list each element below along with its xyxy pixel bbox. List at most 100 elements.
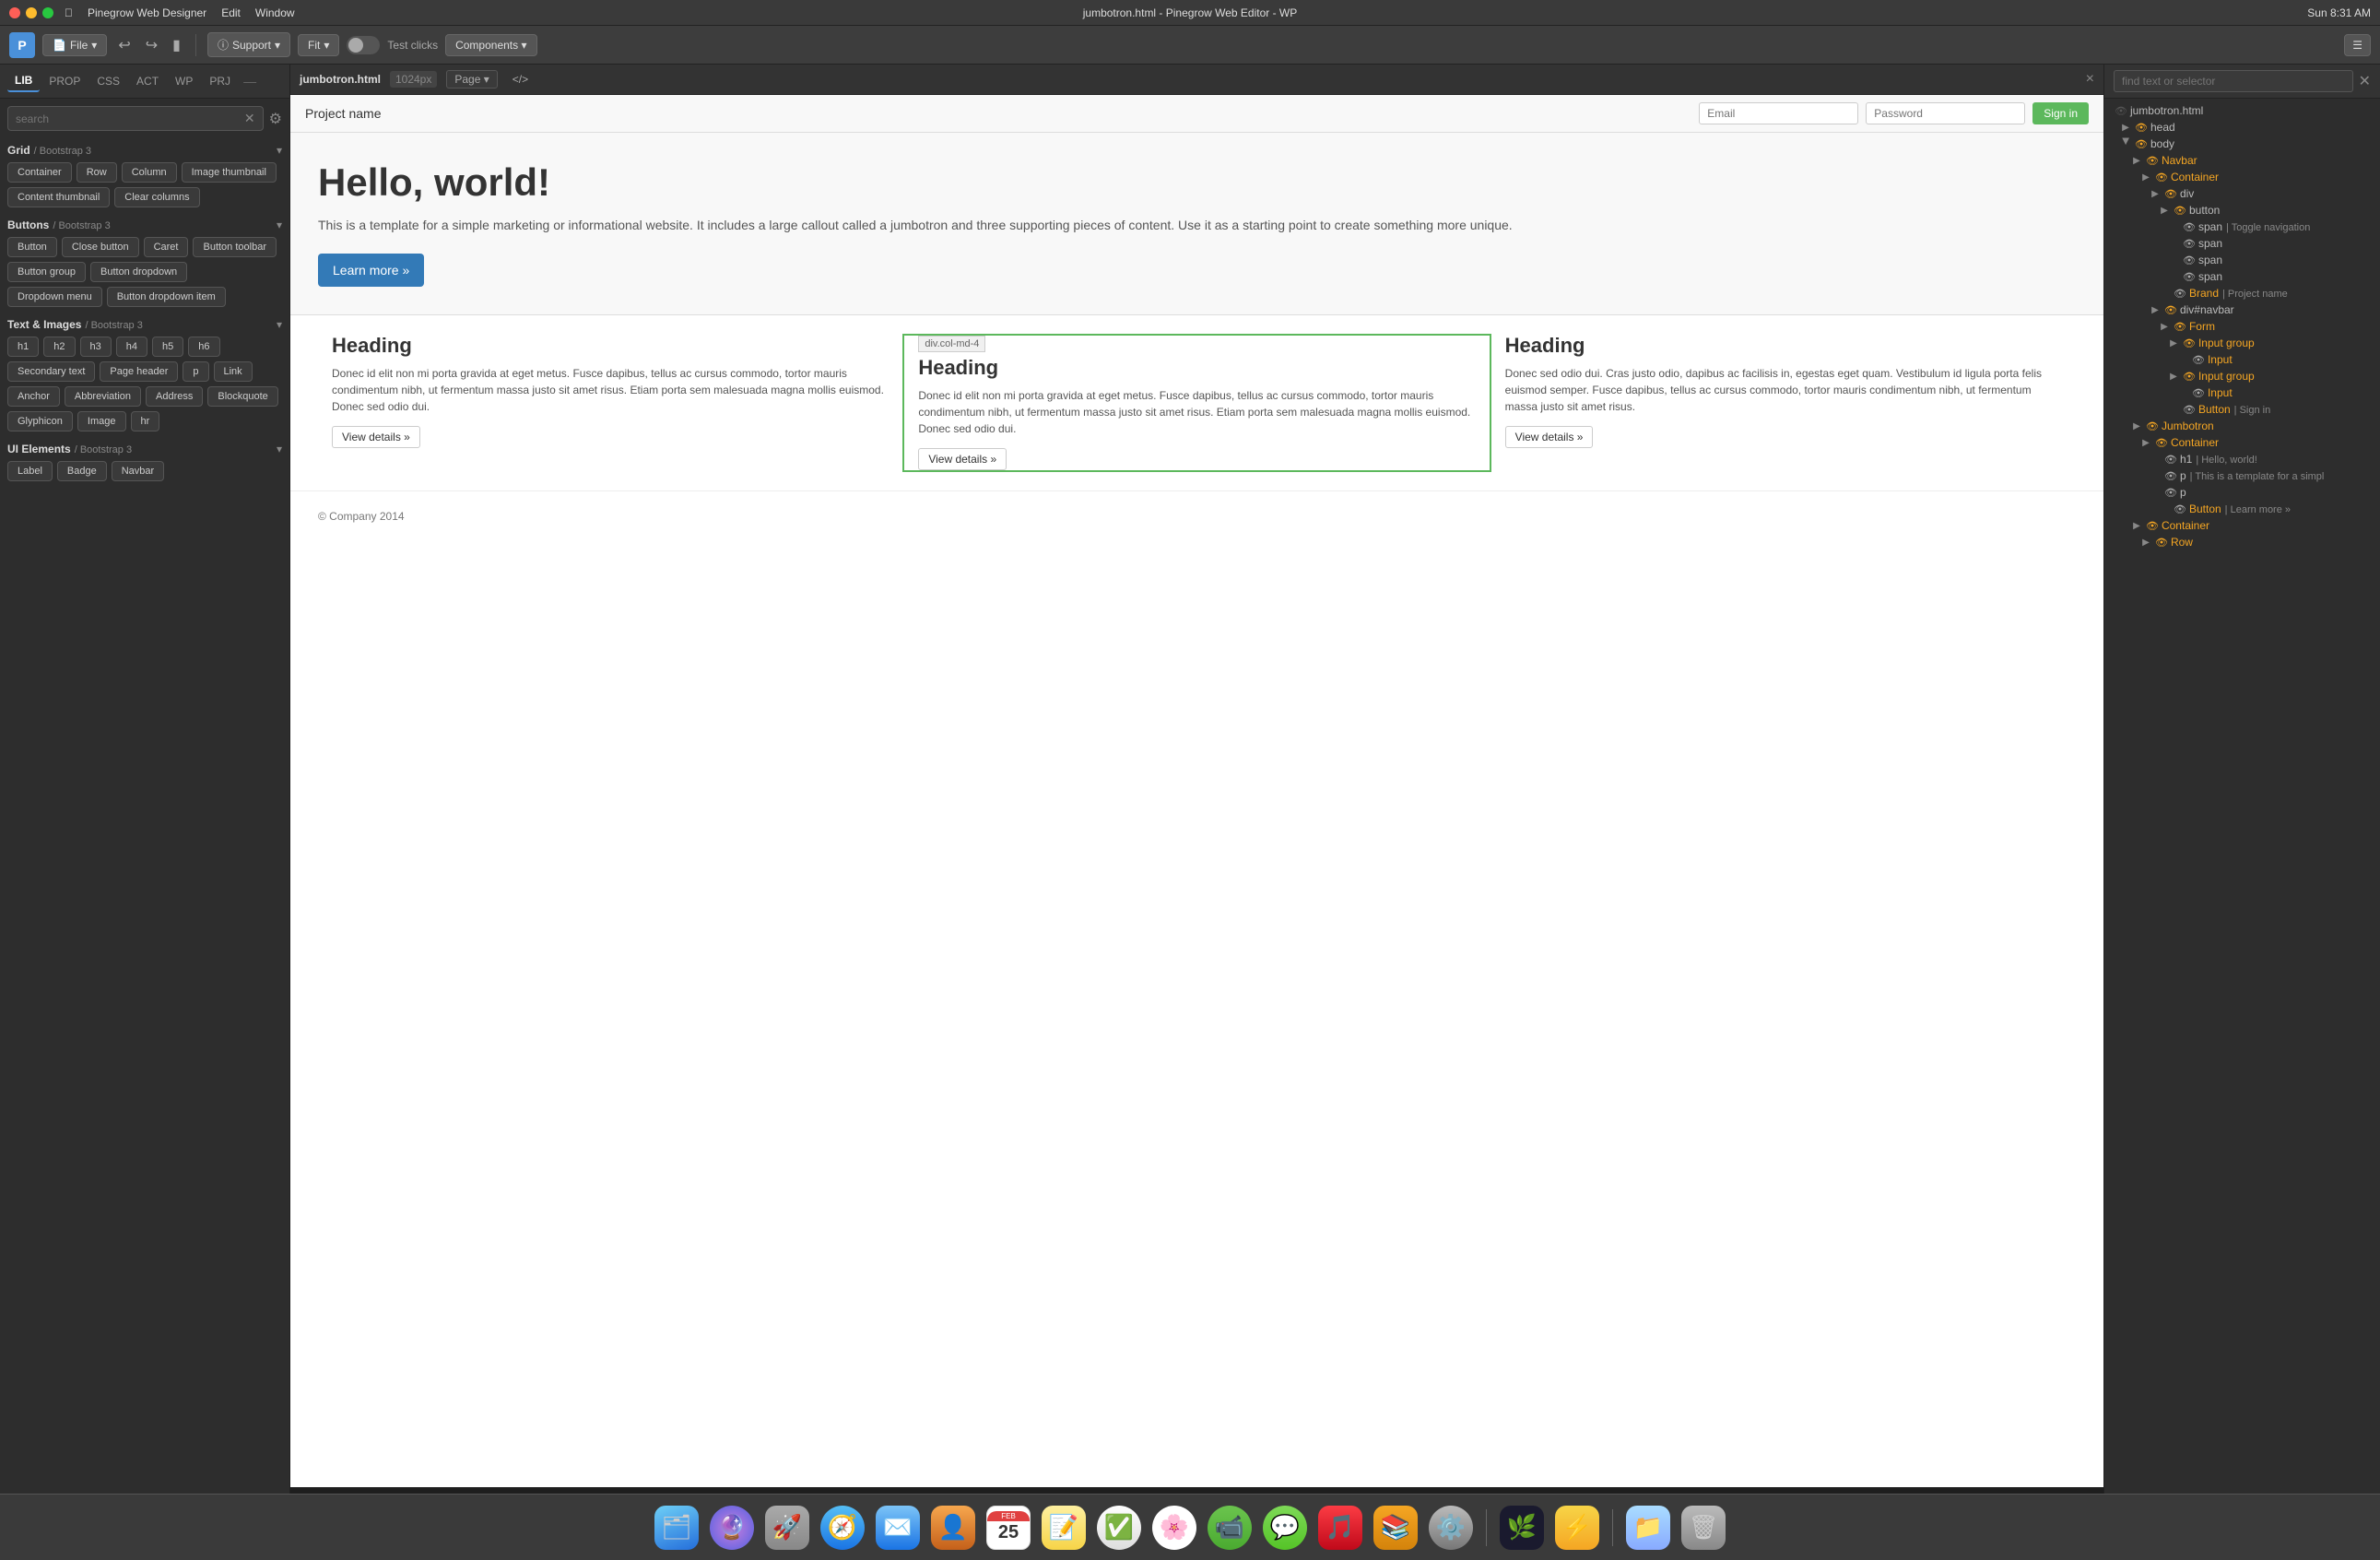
component-content-thumbnail[interactable]: Content thumbnail: [7, 187, 110, 207]
minimize-button[interactable]: [26, 7, 37, 18]
search-settings-icon[interactable]: ⚙: [269, 110, 282, 128]
password-input[interactable]: [1866, 102, 2025, 124]
ui-elements-section-toggle[interactable]: ▾: [277, 443, 282, 455]
component-image-thumbnail[interactable]: Image thumbnail: [182, 162, 277, 183]
tree-item-head[interactable]: ▶ 👁 head: [2104, 119, 2380, 136]
component-column[interactable]: Column: [122, 162, 177, 183]
tab-wp[interactable]: WP: [168, 71, 200, 91]
tree-item-container2[interactable]: ▶ 👁 Container: [2104, 517, 2380, 534]
dock-calendar[interactable]: FEB 25: [984, 1504, 1032, 1552]
component-image[interactable]: Image: [77, 411, 126, 431]
tab-act[interactable]: ACT: [129, 71, 166, 91]
search-input[interactable]: [16, 112, 244, 125]
col3-view-details[interactable]: View details »: [1505, 426, 1594, 448]
tree-item-p2[interactable]: 👁 p: [2104, 484, 2380, 501]
tree-item-span3[interactable]: 👁 span: [2104, 268, 2380, 285]
component-button-dropdown[interactable]: Button dropdown: [90, 262, 187, 282]
component-h6[interactable]: h6: [188, 337, 219, 357]
preview-col-3[interactable]: Heading Donec sed odio dui. Cras justo o…: [1491, 334, 2076, 472]
dock-reminders[interactable]: ✅: [1095, 1504, 1143, 1552]
tree-item-button[interactable]: ▶ 👁 button: [2104, 202, 2380, 219]
tab-prop[interactable]: PROP: [41, 71, 88, 91]
tree-item-container1[interactable]: ▶ 👁 Container: [2104, 169, 2380, 185]
component-label[interactable]: Label: [7, 461, 53, 481]
tree-item-jumbotron[interactable]: ▶ 👁 Jumbotron: [2104, 418, 2380, 434]
dock-books[interactable]: 📚: [1372, 1504, 1420, 1552]
tree-item-row[interactable]: ▶ 👁 Row: [2104, 534, 2380, 550]
component-button-toolbar[interactable]: Button toolbar: [193, 237, 277, 257]
component-blockquote[interactable]: Blockquote: [207, 386, 277, 407]
redo-button[interactable]: ↪: [142, 32, 161, 58]
component-h4[interactable]: h4: [116, 337, 147, 357]
dock-notes[interactable]: 📝: [1040, 1504, 1088, 1552]
dock-contacts[interactable]: 👤: [929, 1504, 977, 1552]
app-menu[interactable]: Pinegrow Web Designer: [88, 6, 206, 19]
tree-item-input1[interactable]: 👁 Input: [2104, 351, 2380, 368]
tab-lib[interactable]: LIB: [7, 70, 40, 92]
fit-button[interactable]: Fit ▾: [298, 34, 339, 56]
dock-music[interactable]: 🎵: [1316, 1504, 1364, 1552]
right-search-close[interactable]: ✕: [2359, 72, 2371, 90]
component-caret[interactable]: Caret: [144, 237, 189, 257]
page-button[interactable]: Page ▾: [446, 70, 497, 89]
tree-item-brand[interactable]: 👁 Brand| Project name: [2104, 285, 2380, 301]
component-h1[interactable]: h1: [7, 337, 39, 357]
component-button[interactable]: Button: [7, 237, 57, 257]
tree-item-file[interactable]: 👁 jumbotron.html: [2104, 102, 2380, 119]
dock-system-prefs[interactable]: ⚙️: [1427, 1504, 1475, 1552]
right-search-input[interactable]: [2114, 70, 2353, 92]
window-menu[interactable]: Window: [255, 6, 295, 19]
tree-item-navbar[interactable]: ▶ 👁 Navbar: [2104, 152, 2380, 169]
component-dropdown-menu[interactable]: Dropdown menu: [7, 287, 102, 307]
preview-col-1[interactable]: Heading Donec id elit non mi porta gravi…: [318, 334, 902, 472]
maximize-button[interactable]: [42, 7, 53, 18]
component-close-button[interactable]: Close button: [62, 237, 139, 257]
email-input[interactable]: [1699, 102, 1858, 124]
component-row[interactable]: Row: [77, 162, 117, 183]
tree-item-div-navbar[interactable]: ▶ 👁 div#navbar: [2104, 301, 2380, 318]
text-images-section-toggle[interactable]: ▾: [277, 318, 282, 331]
dock-bolt[interactable]: ⚡: [1553, 1504, 1601, 1552]
component-badge[interactable]: Badge: [57, 461, 107, 481]
component-h3[interactable]: h3: [80, 337, 112, 357]
tree-item-span2[interactable]: 👁 span: [2104, 252, 2380, 268]
dock-photos[interactable]: 🌸: [1150, 1504, 1198, 1552]
component-navbar[interactable]: Navbar: [112, 461, 164, 481]
component-hr[interactable]: hr: [131, 411, 160, 431]
center-close-button[interactable]: ×: [2086, 71, 2094, 88]
component-button-group[interactable]: Button group: [7, 262, 86, 282]
tree-item-body[interactable]: ▶ 👁 body: [2104, 136, 2380, 152]
copy-button[interactable]: ▮: [169, 32, 184, 58]
col2-view-details[interactable]: View details »: [918, 448, 1007, 470]
component-clear-columns[interactable]: Clear columns: [114, 187, 199, 207]
tab-css[interactable]: CSS: [89, 71, 127, 91]
buttons-section-toggle[interactable]: ▾: [277, 219, 282, 231]
dock-facetime[interactable]: 📹: [1206, 1504, 1254, 1552]
code-view-button[interactable]: </>: [507, 71, 534, 88]
component-abbreviation[interactable]: Abbreviation: [65, 386, 141, 407]
col1-view-details[interactable]: View details »: [332, 426, 420, 448]
apple-menu[interactable]: : [65, 6, 73, 19]
tree-item-input-group2[interactable]: ▶ 👁 Input group: [2104, 368, 2380, 384]
preview-col-2[interactable]: div.col-md-4 Heading Donec id elit non m…: [902, 334, 1490, 472]
component-link[interactable]: Link: [214, 361, 253, 382]
tab-prj[interactable]: PRJ: [202, 71, 238, 91]
dock-pinegrow[interactable]: 🌿: [1498, 1504, 1546, 1552]
component-address[interactable]: Address: [146, 386, 203, 407]
search-clear-icon[interactable]: ✕: [244, 111, 255, 126]
tree-item-btn-learn[interactable]: 👁 Button| Learn more »: [2104, 501, 2380, 517]
toggle-switch[interactable]: [347, 36, 380, 54]
dock-siri[interactable]: 🔮: [708, 1504, 756, 1552]
tree-item-span1[interactable]: 👁 span: [2104, 235, 2380, 252]
close-button[interactable]: [9, 7, 20, 18]
support-button[interactable]: ⓘ Support ▾: [207, 32, 290, 57]
size-selector[interactable]: 1024px: [390, 71, 437, 88]
component-h2[interactable]: h2: [43, 337, 75, 357]
grid-section-toggle[interactable]: ▾: [277, 144, 282, 157]
dock-trash[interactable]: 🗑: [1679, 1504, 1727, 1552]
tree-item-form[interactable]: ▶ 👁 Form: [2104, 318, 2380, 335]
tree-item-container-jumbotron[interactable]: ▶ 👁 Container: [2104, 434, 2380, 451]
tree-item-input-group1[interactable]: ▶ 👁 Input group: [2104, 335, 2380, 351]
dock-messages[interactable]: 💬: [1261, 1504, 1309, 1552]
dock-mail[interactable]: ✉️: [874, 1504, 922, 1552]
